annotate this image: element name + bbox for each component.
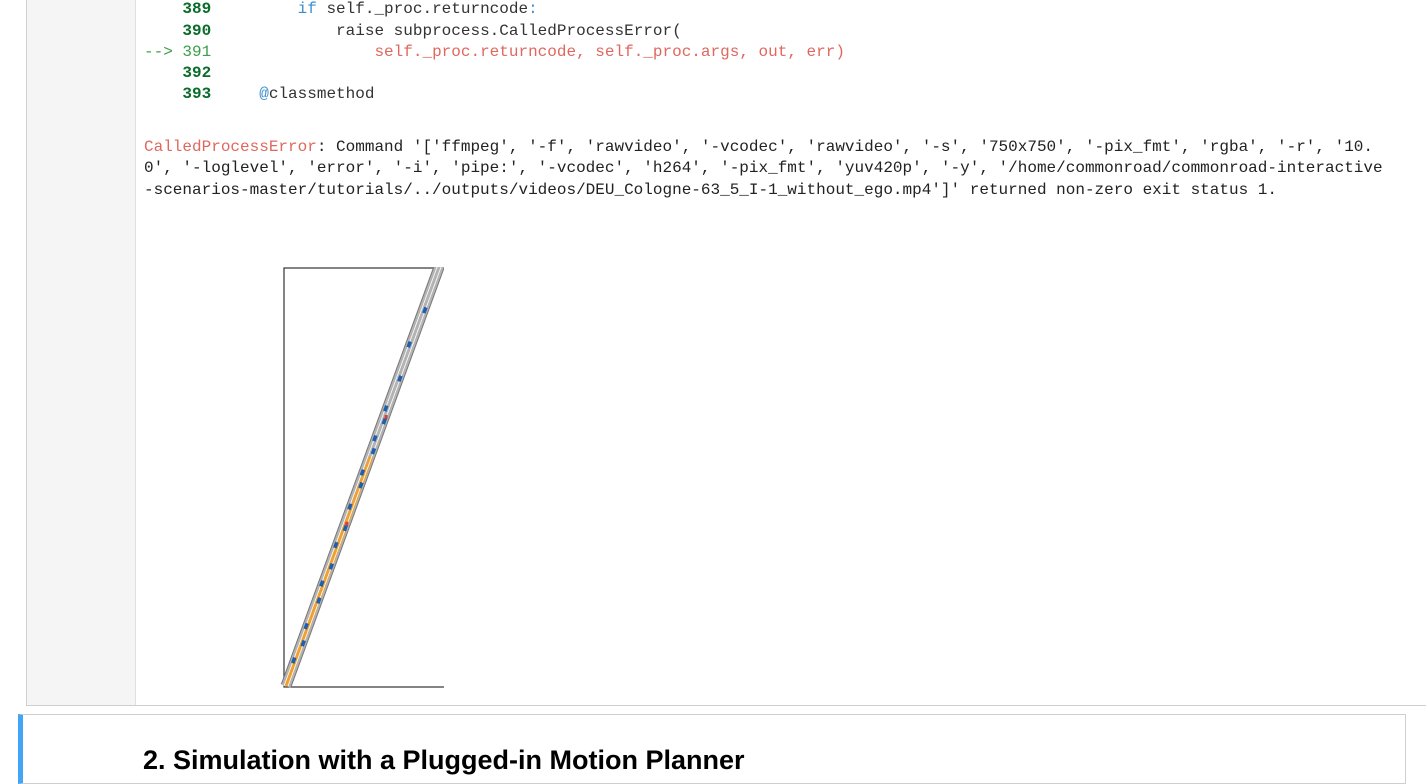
section-heading: 2. Simulation with a Plugged-in Motion P… <box>143 745 745 775</box>
line-number: 391 <box>182 42 212 61</box>
code-token: raise subprocess.CalledProcessError( <box>336 21 682 40</box>
code-token: @ <box>259 85 269 104</box>
traceback-line: --> 391 self._proc.returncode, self._pro… <box>144 43 845 61</box>
line-number: 389 <box>182 0 212 19</box>
code-token: self._proc.returncode <box>316 0 529 19</box>
line-number: 392 <box>182 64 212 83</box>
traceback-line: 389 if self._proc.returncode: <box>144 0 538 19</box>
error-text: : Command '['ffmpeg', '-f', 'rawvideo', … <box>144 138 1383 199</box>
traceback-line: 392 <box>144 64 211 82</box>
line-number: 390 <box>182 21 212 40</box>
traceback-code: 1) 389 if self._proc.returncode: 390 rai… <box>144 0 845 106</box>
ego-marker <box>384 414 388 419</box>
markdown-cell[interactable]: 2. Simulation with a Plugged-in Motion P… <box>18 714 1406 784</box>
traceback-line: 390 raise subprocess.CalledProcessError( <box>144 21 682 40</box>
code-token: : <box>528 0 538 19</box>
ego-marker <box>345 521 349 526</box>
code-token: if <box>297 0 317 19</box>
current-line-arrow: --> <box>144 42 183 61</box>
line-number: 393 <box>182 85 212 104</box>
scenario-plot <box>280 267 444 688</box>
cell-prompt-area <box>27 0 136 705</box>
code-token: self._proc.returncode, self._proc.args, … <box>374 42 845 61</box>
cell-output-area: 1) 389 if self._proc.returncode: 390 rai… <box>144 0 1426 705</box>
code-token: classmethod <box>268 85 375 104</box>
error-name: CalledProcessError <box>144 138 317 156</box>
traceback-line: 393 @classmethod <box>144 85 374 103</box>
error-message: CalledProcessError: Command '['ffmpeg', … <box>144 137 1384 201</box>
output-cell: 1) 389 if self._proc.returncode: 390 rai… <box>26 0 1426 706</box>
